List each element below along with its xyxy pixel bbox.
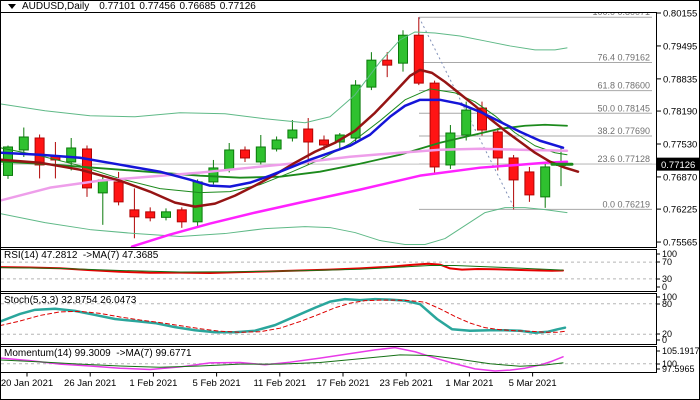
date-axis-label: 5 Mar 2021 — [509, 378, 557, 389]
candle-body — [161, 211, 171, 218]
candle-body — [34, 137, 45, 166]
fib-level-label: 61.8 0.78600 — [597, 81, 650, 91]
main-plot-group: 100.0 0.8007176.4 0.7916261.8 0.7860050.… — [1, 13, 656, 247]
candle — [161, 208, 171, 221]
candle-body — [461, 109, 472, 136]
candle — [413, 17, 424, 86]
panel-border-0 — [0, 12, 657, 248]
candle — [271, 136, 282, 152]
fib-level-label: 50.0 0.78145 — [597, 103, 650, 113]
mt4-chart-window: AUDUSD,Daily 0.77101 0.77456 0.76685 0.77126… — [0, 0, 700, 400]
rsi-axis-label: 0 — [662, 282, 667, 292]
window-border — [0, 0, 700, 400]
stoch-axis-label: 80 — [662, 299, 672, 309]
candle-body — [192, 181, 203, 223]
candle — [176, 207, 187, 228]
current-price-badge-label: 0.77126 — [661, 160, 695, 171]
date-axis-label: 20 Jan 2021 — [1, 378, 53, 389]
momentum-legend: Momentum(14) 99.3009 ->MA(7) 99.6771 — [4, 348, 192, 359]
price-axis-label: 0.79495 — [663, 41, 697, 52]
fib-level-label: 76.4 0.79162 — [597, 53, 650, 63]
candle — [524, 166, 535, 202]
candle — [366, 52, 377, 91]
fib-level-label: 38.2 0.77690 — [597, 126, 650, 136]
candle-body — [240, 149, 250, 159]
candle-body — [224, 149, 235, 171]
candle-body — [176, 209, 187, 223]
price-axis-label: 0.78835 — [663, 74, 697, 85]
rsi-axis-label: 70 — [662, 257, 672, 267]
rsi-main-line — [1, 262, 564, 275]
date-axis-label: 17 Feb 2021 — [316, 378, 369, 389]
price-axis-label: 0.78190 — [663, 107, 697, 118]
candle — [224, 142, 235, 173]
candle-body — [413, 34, 424, 84]
candle — [192, 179, 203, 228]
candle — [240, 146, 250, 162]
candle-body — [255, 146, 266, 163]
stoch-axis-label: 0 — [662, 335, 667, 345]
candle-body — [287, 129, 298, 139]
date-axis-label: 1 Feb 2021 — [129, 378, 177, 389]
price-axis-label: 0.75565 — [663, 238, 697, 249]
candle-body — [429, 82, 440, 168]
candle-body — [129, 209, 140, 218]
bollinger-lower-line — [1, 207, 568, 246]
candle-body — [524, 171, 535, 196]
momentum-axis-label: 97.5965 — [662, 364, 695, 374]
candle — [97, 175, 108, 225]
stoch-legend: Stoch(5,3,3) 32.8754 26.0473 — [4, 295, 137, 306]
candle — [429, 80, 440, 175]
price-axis-label: 0.76225 — [663, 205, 697, 216]
price-axis-label: 0.77530 — [663, 139, 697, 150]
candle — [445, 125, 456, 169]
candle-body — [113, 181, 124, 203]
date-axis-label: 26 Jan 2021 — [64, 378, 116, 389]
candle-body — [382, 59, 393, 66]
date-axis-label: 1 Mar 2021 — [445, 378, 493, 389]
candle — [540, 162, 551, 208]
candle — [145, 207, 156, 222]
candle-body — [145, 211, 156, 219]
fib-level-label: 0.0 0.76219 — [602, 199, 650, 209]
date-axis-label: 11 Feb 2021 — [253, 378, 306, 389]
candle — [129, 188, 140, 239]
candle-body — [18, 136, 29, 151]
date-axis-label: 23 Feb 2021 — [380, 378, 433, 389]
candle — [287, 120, 298, 142]
candle-body — [540, 166, 551, 198]
candle-body — [319, 139, 329, 146]
candle-body — [398, 34, 408, 64]
price-axis-label: 0.80155 — [663, 9, 697, 20]
chart-canvas[interactable]: 100.0 0.8007176.4 0.7916261.8 0.7860050.… — [0, 0, 700, 400]
candle — [255, 135, 266, 165]
momentum-axis-label: 105.1917 — [662, 346, 700, 356]
candle-body — [303, 128, 314, 143]
rsi-plot-group — [1, 261, 656, 280]
candle-body — [66, 147, 77, 163]
date-axis-label: 5 Feb 2021 — [193, 378, 241, 389]
candle — [382, 52, 393, 78]
candle-body — [492, 131, 503, 159]
candle-body — [508, 157, 519, 181]
candle-body — [271, 139, 282, 150]
price-axis-label: 0.76870 — [663, 172, 697, 183]
fib-level-label: 23.6 0.77128 — [597, 154, 650, 164]
rsi-legend: RSI(14) 47.2812 ->MA(7) 47.3685 — [4, 250, 159, 261]
